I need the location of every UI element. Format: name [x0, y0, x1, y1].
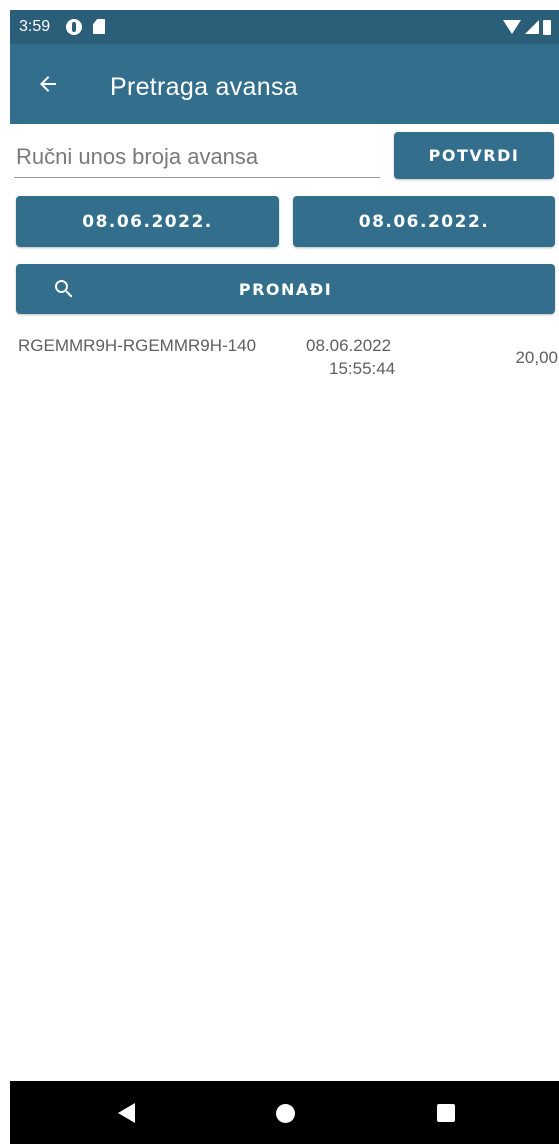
nav-recents-icon[interactable] — [437, 1104, 455, 1122]
date-from-button[interactable]: 08.06.2022. — [16, 196, 279, 247]
find-button-label: PRONAĐI — [238, 279, 333, 299]
advance-time: 15:55:44 — [329, 359, 396, 378]
advance-number: RGEMMR9H-RGEMMR9H-140 — [18, 336, 257, 355]
wifi-icon — [503, 20, 521, 34]
arrow-back-icon[interactable] — [36, 72, 60, 96]
advance-date: 08.06.2022 — [306, 336, 392, 355]
app-bar: Pretraga avansa — [10, 44, 559, 124]
nav-back-icon[interactable] — [118, 1103, 135, 1123]
status-bar: 3:59 — [10, 10, 559, 44]
nav-home-icon[interactable] — [276, 1104, 295, 1123]
list-item[interactable]: RGEMMR9H-RGEMMR9H-140 08.06.2022 15:55:4… — [16, 334, 559, 394]
advance-amount: 20,00 — [515, 348, 558, 367]
page-title: Pretraga avansa — [110, 73, 298, 101]
confirm-button[interactable]: POTVRDI — [394, 132, 554, 179]
status-indicators — [503, 18, 551, 36]
sd-card-icon — [93, 19, 105, 34]
system-nav-bar — [10, 1081, 559, 1144]
signal-icon — [525, 20, 539, 34]
screen: 3:59 Pretraga avansa POTVRDI 08.06.2022.… — [0, 0, 559, 1144]
data-saver-icon — [66, 19, 82, 35]
search-icon — [52, 277, 76, 301]
advance-datetime: 08.06.2022 15:55:44 — [306, 334, 416, 380]
date-to-button[interactable]: 08.06.2022. — [293, 196, 555, 247]
status-time: 3:59 — [19, 18, 51, 35]
battery-icon — [543, 19, 551, 35]
find-button[interactable]: PRONAĐI — [16, 264, 555, 314]
manual-advance-number-input[interactable] — [14, 134, 380, 178]
